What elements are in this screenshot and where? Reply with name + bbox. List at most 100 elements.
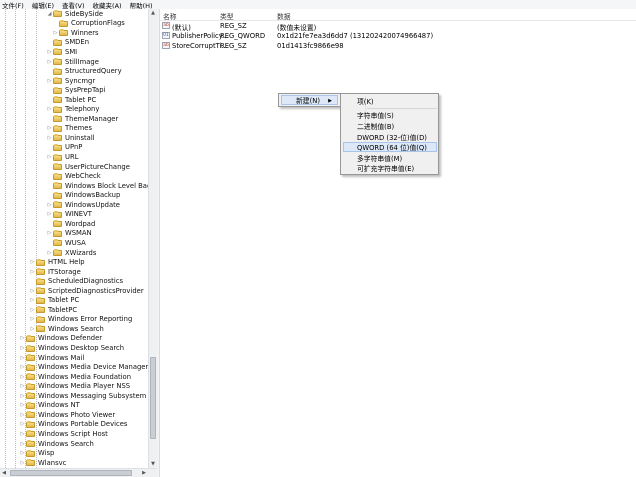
- tree-node[interactable]: ▷ ScriptedDiagnosticsProvider: [30, 286, 144, 296]
- expand-icon[interactable]: ▷: [30, 287, 35, 295]
- tree-node[interactable]: ▷ Winners: [53, 28, 99, 38]
- tree-node[interactable]: ▷ StillImage: [47, 57, 99, 67]
- tree-vertical-scrollbar[interactable]: ▲ ▼: [148, 9, 157, 468]
- submenu-item-qword[interactable]: QWORD (64 位)值(Q): [343, 142, 437, 152]
- expand-icon[interactable]: ▷: [20, 354, 25, 362]
- scroll-right-icon[interactable]: ▶: [140, 469, 148, 477]
- tree-node[interactable]: ▷ Windows Portable Devices: [20, 420, 128, 430]
- tree-node[interactable]: SMDEn: [47, 38, 89, 48]
- tree-node[interactable]: ▷ Wisp: [20, 448, 55, 458]
- tree-node[interactable]: ▷ Windows Media Device Manager: [20, 362, 148, 372]
- list-item[interactable]: ab StoreCorruptTi... REG_SZ 01d1413fc986…: [160, 41, 636, 51]
- tree-node[interactable]: Wordpad: [47, 219, 95, 229]
- expand-icon[interactable]: ▷: [47, 48, 52, 56]
- tree-node[interactable]: Windows Block Level Backup: [47, 181, 148, 191]
- tree-node[interactable]: WindowsBackup: [47, 190, 120, 200]
- expand-icon[interactable]: ▷: [20, 344, 25, 352]
- scroll-down-icon[interactable]: ▼: [149, 460, 157, 468]
- submenu-item-key[interactable]: 项(K): [343, 96, 437, 106]
- scrollbar-thumb[interactable]: [10, 470, 132, 476]
- expand-icon[interactable]: ▷: [20, 459, 25, 467]
- tree-node[interactable]: CorruptionFlags: [53, 19, 125, 29]
- expand-icon[interactable]: ▷: [53, 29, 58, 37]
- tree-node[interactable]: ▷ Windows Desktop Search: [20, 343, 124, 353]
- tree-node[interactable]: ▷ Windows Photo Viewer: [20, 410, 116, 420]
- tree-node[interactable]: ▷ Windows Media Player NSS: [20, 381, 131, 391]
- expand-icon[interactable]: ▷: [20, 411, 25, 419]
- expand-icon[interactable]: ▷: [20, 334, 25, 342]
- expand-icon[interactable]: ▷: [30, 315, 35, 323]
- tree-node[interactable]: WebCheck: [47, 171, 101, 181]
- tree-node[interactable]: ▷ Windows NT: [20, 401, 80, 411]
- tree-node[interactable]: ScheduledDiagnostics: [30, 276, 123, 286]
- tree-node[interactable]: ▷ WSMAN: [47, 229, 92, 239]
- tree-node[interactable]: ▷ TabletPC: [30, 305, 78, 315]
- submenu-item-expandable-string[interactable]: 可扩充字符串值(E): [343, 163, 437, 173]
- tree-node[interactable]: ▷ Windows Media Foundation: [20, 372, 131, 382]
- list-item[interactable]: 01 PublisherPolicy... REG_QWORD 0x1d21fe…: [160, 31, 636, 41]
- tree-node[interactable]: ▷ Windows Messaging Subsystem: [20, 391, 147, 401]
- scroll-up-icon[interactable]: ▲: [149, 9, 157, 17]
- scroll-left-icon[interactable]: ◀: [0, 469, 8, 477]
- expand-icon[interactable]: ▷: [47, 105, 52, 113]
- tree-node[interactable]: ▷ Windows Search: [30, 324, 104, 334]
- column-header-type[interactable]: 类型: [220, 11, 234, 21]
- expand-icon[interactable]: ▷: [47, 229, 52, 237]
- tree-node[interactable]: ▷ Uninstall: [47, 133, 95, 143]
- column-header-data[interactable]: 数据: [277, 11, 291, 21]
- tree-node[interactable]: ▷ WINEVT: [47, 210, 92, 220]
- tree-node[interactable]: UPnP: [47, 143, 82, 153]
- expand-icon[interactable]: ▷: [30, 268, 35, 276]
- tree-node[interactable]: UserPictureChange: [47, 162, 130, 172]
- tree-node[interactable]: ▷ Windows Defender: [20, 334, 103, 344]
- tree-node[interactable]: ▷ SMI: [47, 47, 78, 57]
- expand-icon[interactable]: ▷: [30, 306, 35, 314]
- tree-node[interactable]: ▷ Syncmgr: [47, 76, 96, 86]
- submenu-item-dword[interactable]: DWORD (32-位)值(D): [343, 132, 437, 142]
- expand-icon[interactable]: ▷: [20, 449, 25, 457]
- tree-node[interactable]: ▷ Telephony: [47, 105, 100, 115]
- tree-node[interactable]: SysPrepTapi: [47, 85, 105, 95]
- scrollbar-thumb[interactable]: [150, 357, 156, 439]
- context-menu-new[interactable]: 新建(N) ▶: [281, 95, 338, 105]
- expand-icon[interactable]: ▷: [20, 430, 25, 438]
- expand-icon[interactable]: ▷: [20, 440, 25, 448]
- expand-icon[interactable]: ▷: [20, 401, 25, 409]
- expand-icon[interactable]: ▷: [47, 77, 52, 85]
- expand-icon[interactable]: ▷: [30, 258, 35, 266]
- expand-icon[interactable]: ▷: [30, 296, 35, 304]
- tree-node[interactable]: ▷ HTML Help: [30, 257, 85, 267]
- expand-icon[interactable]: ▷: [20, 373, 25, 381]
- submenu-item-multi-string[interactable]: 多字符串值(M): [343, 153, 437, 163]
- tree-node[interactable]: ▷ Themes: [47, 124, 92, 134]
- expand-icon[interactable]: ▷: [47, 58, 52, 66]
- tree-node[interactable]: ▷ WindowsUpdate: [47, 200, 120, 210]
- tree-node[interactable]: ▷ Windows Script Host: [20, 429, 108, 439]
- expand-icon[interactable]: ▷: [47, 124, 52, 132]
- expand-icon[interactable]: ▷: [30, 325, 35, 333]
- tree-node[interactable]: ThemeManager: [47, 114, 118, 124]
- list-item[interactable]: ab (默认) REG_SZ (数值未设置): [160, 21, 636, 32]
- expand-icon[interactable]: ▷: [47, 210, 52, 218]
- expand-icon[interactable]: ▷: [47, 153, 52, 161]
- tree-node[interactable]: ◢ SideBySide: [47, 9, 104, 19]
- tree-node[interactable]: ▷ Windows Mail: [20, 353, 85, 363]
- tree-node[interactable]: WUSA: [47, 238, 86, 248]
- tree-node[interactable]: ▷ XWizards: [47, 248, 97, 258]
- expand-icon[interactable]: ▷: [20, 392, 25, 400]
- expand-icon[interactable]: ▷: [20, 420, 25, 428]
- tree-node[interactable]: ▷ Windows Error Reporting: [30, 315, 133, 325]
- expand-icon[interactable]: ▷: [47, 201, 52, 209]
- expand-icon[interactable]: ▷: [47, 249, 52, 257]
- tree-node[interactable]: ▷ Wlansvc: [20, 458, 67, 468]
- tree-node[interactable]: ▷ Windows Search: [20, 439, 94, 449]
- tree-node[interactable]: StructuredQuery: [47, 66, 122, 76]
- expand-icon[interactable]: ▷: [20, 363, 25, 371]
- collapse-icon[interactable]: ◢: [47, 10, 52, 18]
- expand-icon[interactable]: ▷: [47, 134, 52, 142]
- submenu-item-binary[interactable]: 二进制值(B): [343, 121, 437, 131]
- tree-node[interactable]: Tablet PC: [47, 95, 96, 105]
- tree-horizontal-scrollbar[interactable]: ◀ ▶: [0, 468, 157, 477]
- tree-node[interactable]: ▷ Tablet PC: [30, 296, 80, 306]
- expand-icon[interactable]: ▷: [20, 382, 25, 390]
